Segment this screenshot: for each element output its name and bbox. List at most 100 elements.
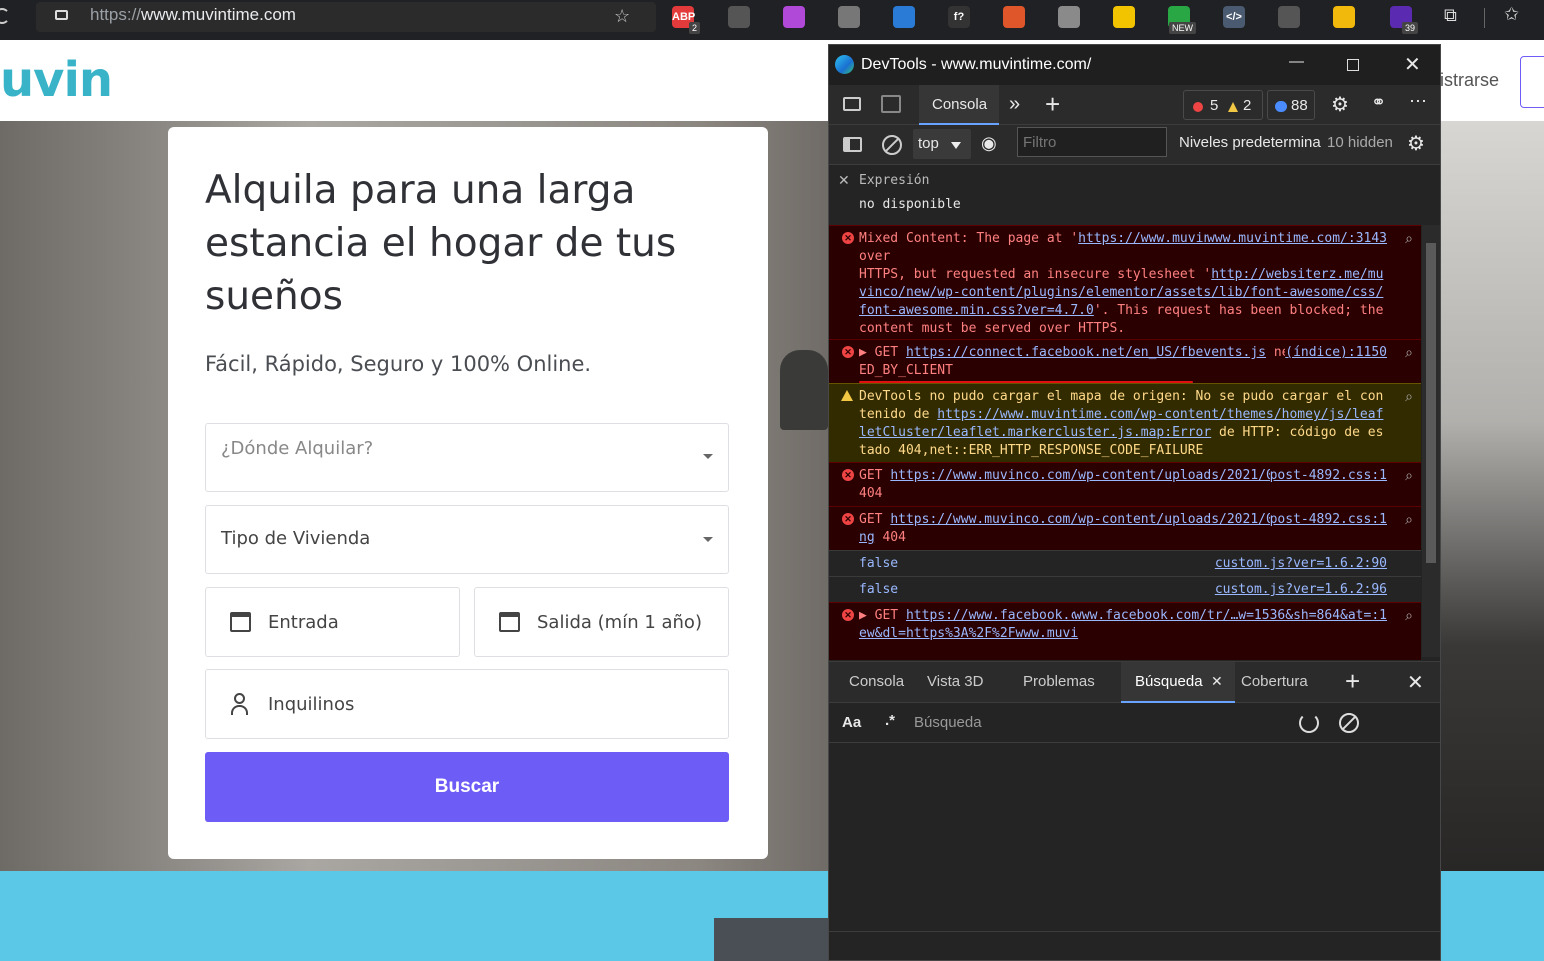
drawer-tab[interactable]: Búsqueda: [1135, 673, 1203, 690]
search-button[interactable]: Buscar: [205, 752, 729, 822]
console-message-error[interactable]: ✕ GET https://www.muvinco.com/wp-content/…: [829, 462, 1421, 506]
message-source-link[interactable]: www.facebook.com/tr/…w=1536&sh=864&at=:1: [1073, 607, 1387, 625]
new-extension-icon[interactable]: NEW: [1168, 6, 1196, 34]
minimize-icon[interactable]: —: [1289, 53, 1304, 70]
clear-search-icon[interactable]: [1339, 713, 1359, 733]
copy-extension-icon[interactable]: [838, 6, 860, 28]
devtools-titlebar: DevTools - www.muvintime.com/ — ✕: [829, 45, 1440, 85]
console-message-error[interactable]: ✕ ▶ GET https://connect.facebook.net/en_U…: [829, 339, 1421, 383]
maximize-icon[interactable]: [1347, 59, 1359, 71]
url-text[interactable]: https://www.muvintime.com: [90, 5, 296, 25]
errors-count: 5: [1210, 97, 1219, 114]
adblock-icon[interactable]: ABP 2: [672, 6, 700, 34]
message-link[interactable]: https://: [1078, 231, 1141, 246]
issues-counter[interactable]: 5 2: [1183, 90, 1263, 120]
error-dot-icon: [1193, 102, 1203, 112]
console-message-log[interactable]: false custom.js?ver=1.6.2:90: [829, 550, 1421, 576]
drawer-tab[interactable]: Consola: [849, 673, 904, 690]
drawer-tab[interactable]: Problemas: [1023, 673, 1095, 690]
star-extension-icon[interactable]: [1113, 6, 1135, 28]
color-picker-icon[interactable]: [783, 6, 805, 28]
toolbar-separator: [1484, 8, 1485, 28]
clear-console-icon[interactable]: [882, 135, 902, 155]
search-drawer-input[interactable]: Búsqueda: [914, 714, 982, 731]
settings-gear-icon[interactable]: ⚙: [1331, 92, 1349, 117]
context-select[interactable]: top: [913, 129, 971, 159]
message-source-link[interactable]: custom.js?ver=1.6.2:96: [1214, 581, 1387, 599]
search-icon[interactable]: ⌕: [1405, 344, 1413, 361]
connect-device-icon[interactable]: ⚭: [1371, 92, 1386, 113]
close-icon[interactable]: ✕: [1404, 52, 1421, 77]
error-icon: ✕: [842, 346, 854, 358]
search-icon[interactable]: ⌕: [1405, 467, 1413, 484]
search-icon[interactable]: ⌕: [1405, 511, 1413, 528]
message-source-link[interactable]: post-4892.css:1: [1269, 511, 1387, 529]
message-link[interactable]: https://connect.facebook.net/en_US/fbeve…: [906, 345, 1266, 360]
search-icon[interactable]: ⌕: [1405, 607, 1413, 624]
sidebar-toggle-icon[interactable]: [843, 137, 862, 152]
console-message-error[interactable]: ✕ GET https://www.muvinco.com/wp-content/…: [829, 506, 1421, 550]
search-icon[interactable]: ⌕: [1405, 388, 1413, 405]
console-settings-icon[interactable]: ⚙: [1407, 131, 1425, 156]
extensions-puzzle-icon[interactable]: ⧉: [1444, 5, 1457, 26]
chevron-down-icon: [951, 142, 961, 149]
drawer-tab[interactable]: Vista 3D: [927, 673, 983, 690]
hat-extension-icon[interactable]: 39: [1390, 6, 1418, 34]
site-logo[interactable]: uvin: [0, 52, 113, 108]
printer-extension-icon[interactable]: [1058, 6, 1080, 28]
console-message-error[interactable]: ✕ Mixed Content: The page at 'https:// www…: [829, 225, 1421, 339]
register-button[interactable]: [1520, 56, 1544, 108]
message-source-link[interactable]: (índice):1150: [1285, 344, 1387, 362]
calendar-icon: [230, 612, 251, 632]
message-source-link[interactable]: www.muvintime.com/:3143: [1206, 230, 1387, 248]
info-count: 88: [1291, 97, 1308, 114]
bracket-extension-icon[interactable]: [893, 6, 915, 28]
search-icon[interactable]: ⌕: [1405, 230, 1413, 247]
extension-label: f?: [953, 11, 965, 23]
edge-logo-icon: [835, 55, 854, 74]
message-text: false: [859, 556, 899, 571]
drawer-tab[interactable]: Cobertura: [1241, 673, 1308, 690]
drawer-add-tab-icon[interactable]: +: [1345, 666, 1360, 697]
error-icon: ✕: [842, 469, 854, 481]
message-source-link[interactable]: custom.js?ver=1.6.2:90: [1214, 555, 1387, 573]
function-extension-icon[interactable]: f?: [948, 6, 970, 28]
drawer-close-icon[interactable]: ✕: [1407, 670, 1424, 695]
feather-extension-icon[interactable]: [1278, 6, 1300, 28]
device-emulation-icon[interactable]: [881, 95, 901, 113]
context-value: top: [918, 135, 939, 152]
reload-icon[interactable]: [0, 8, 10, 24]
remove-expression-icon[interactable]: ✕: [838, 172, 850, 189]
binance-extension-icon[interactable]: [1333, 6, 1355, 28]
favorites-icon[interactable]: ✩: [1504, 4, 1519, 25]
console-message-error[interactable]: ✕▶ GET https://www.facebook.com/tr/?id=5…: [829, 602, 1421, 660]
close-tab-icon[interactable]: ✕: [1211, 673, 1223, 690]
favorite-add-icon[interactable]: ☆: [614, 6, 630, 27]
message-text: GET: [859, 512, 891, 527]
more-tabs-icon[interactable]: »: [1009, 93, 1020, 116]
console-filter-input[interactable]: [1017, 127, 1167, 157]
live-expression-eye-icon[interactable]: ◉: [981, 133, 997, 154]
log-levels-dropdown[interactable]: Niveles predetermina: [1179, 134, 1325, 151]
match-case-toggle[interactable]: Aa: [842, 714, 861, 731]
info-counter[interactable]: 88: [1267, 90, 1315, 120]
code-extension-icon[interactable]: </>: [1223, 6, 1245, 28]
console-message-warning[interactable]: DevTools no pudo cargar el mapa de orige…: [829, 383, 1421, 462]
refresh-icon[interactable]: [1299, 713, 1319, 733]
message-text: Mixed Content: The page at ': [859, 231, 1079, 246]
tab-console[interactable]: Consola: [919, 85, 999, 125]
message-source-link[interactable]: post-4892.css:1: [1269, 467, 1387, 485]
rocket-extension-icon[interactable]: [1003, 6, 1025, 28]
url-scheme: https://: [90, 5, 142, 24]
error-icon: ✕: [842, 513, 854, 525]
add-tab-icon[interactable]: +: [1045, 89, 1060, 120]
console-scrollbar-thumb[interactable]: [1426, 243, 1436, 563]
regex-toggle[interactable]: .*: [885, 712, 895, 729]
lock-icon[interactable]: [55, 10, 68, 20]
inspect-element-icon[interactable]: [843, 97, 861, 111]
register-link[interactable]: istrarse: [1440, 70, 1499, 91]
more-options-icon[interactable]: ⋯: [1409, 91, 1427, 112]
picture-in-picture-icon[interactable]: [728, 6, 750, 28]
footer-image: [714, 918, 834, 961]
console-message-log[interactable]: false custom.js?ver=1.6.2:96: [829, 576, 1421, 602]
